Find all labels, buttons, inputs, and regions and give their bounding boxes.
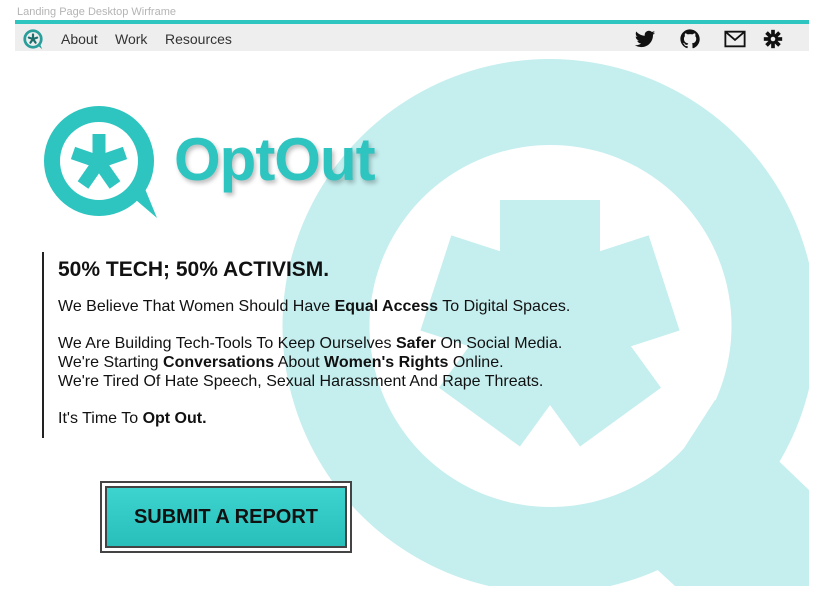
nav-resources[interactable]: Resources [165, 31, 232, 47]
mission-line-1: We Believe That Women Should Have Equal … [58, 298, 571, 315]
mission-line-2: We Are Building Tech-Tools To Keep Ourse… [58, 335, 563, 352]
submit-report-button[interactable]: SUBMIT A REPORT [100, 481, 352, 553]
twitter-icon[interactable] [633, 28, 657, 50]
settings-icon[interactable] [761, 28, 785, 50]
github-icon[interactable] [678, 28, 702, 50]
headline: 50% TECH; 50% ACTIVISM. [58, 258, 330, 281]
frame-title: Landing Page Desktop Wirframe [17, 6, 176, 18]
optout-logo-icon[interactable] [22, 28, 44, 50]
top-navbar: About Work Resources [15, 20, 809, 51]
nav-work[interactable]: Work [115, 31, 147, 47]
nav-about[interactable]: About [61, 31, 98, 47]
mission-line-4: We're Tired Of Hate Speech, Sexual Haras… [58, 373, 544, 390]
brand-name: OptOut [174, 126, 376, 193]
submit-report-label: SUBMIT A REPORT [105, 486, 347, 548]
mission-line-5: It's Time To Opt Out. [58, 410, 207, 427]
optout-logo [44, 106, 157, 218]
landing-page-canvas: About Work Resources OptOut 50% TECH; 50… [15, 20, 809, 586]
mail-icon[interactable] [723, 28, 747, 50]
mission-text-block: 50% TECH; 50% ACTIVISM. We Believe That … [42, 252, 604, 438]
mission-line-3: We're Starting Conversations About Women… [58, 354, 504, 371]
